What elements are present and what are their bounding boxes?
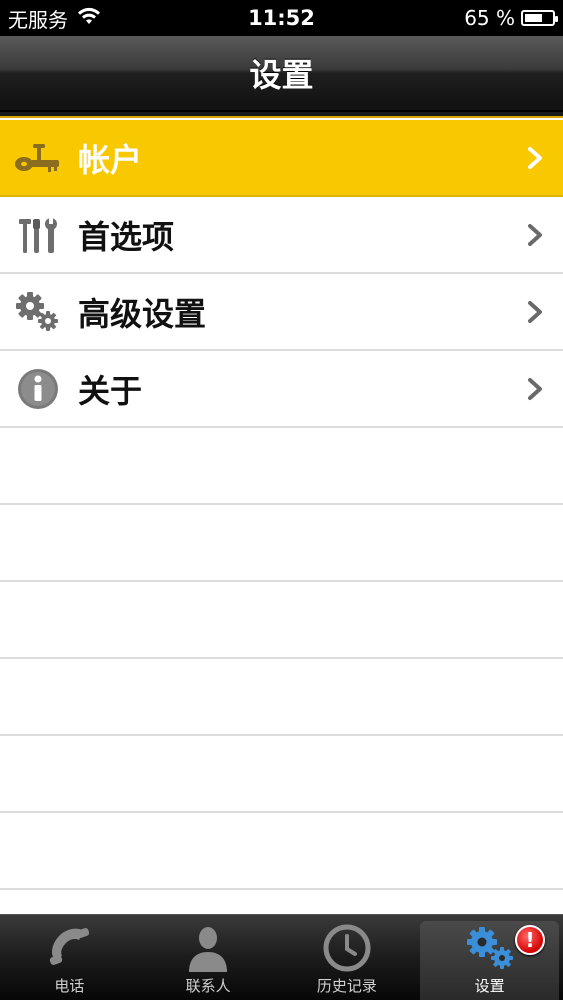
- empty-row: [0, 736, 563, 813]
- empty-row: [0, 428, 563, 505]
- empty-row: [0, 659, 563, 736]
- settings-item-label: 帐户: [78, 140, 143, 179]
- nav-accent-divider: [0, 112, 563, 118]
- battery-icon: [521, 10, 558, 26]
- settings-item-label: 高级设置: [78, 294, 207, 333]
- empty-row: [0, 813, 563, 890]
- chevron-right-icon: [525, 146, 545, 170]
- tab-bar: 电话 联系人 历史记录 设置 !: [0, 914, 563, 1000]
- contact-icon: [181, 923, 235, 973]
- tab-contacts[interactable]: 联系人: [139, 915, 278, 1000]
- gears-icon: [14, 288, 62, 336]
- phone-icon: [42, 923, 96, 973]
- settings-gears-icon: [463, 923, 517, 973]
- settings-item-about[interactable]: 关于: [0, 351, 563, 428]
- status-left: 无服务: [8, 4, 102, 33]
- chevron-right-icon: [525, 300, 545, 324]
- tab-label: 联系人: [185, 977, 231, 995]
- page-title: 设置: [249, 56, 314, 94]
- wifi-icon: [76, 6, 102, 31]
- empty-row: [0, 582, 563, 659]
- tab-label: 历史记录: [316, 977, 377, 995]
- battery-percent: 65 %: [464, 6, 515, 30]
- nav-bar: 设置: [0, 36, 563, 112]
- empty-row: [0, 505, 563, 582]
- settings-item-advanced[interactable]: 高级设置: [0, 274, 563, 351]
- tab-settings[interactable]: 设置 !: [420, 921, 559, 1000]
- chevron-right-icon: [525, 223, 545, 247]
- tab-phone[interactable]: 电话: [0, 915, 139, 1000]
- status-bar: 无服务 11:52 65 %: [0, 0, 563, 36]
- status-right: 65 %: [464, 6, 558, 30]
- settings-list: 帐户 首选项 高级设置 关于: [0, 120, 563, 890]
- battery-fill: [525, 14, 542, 22]
- key-icon: [14, 134, 62, 182]
- tools-icon: [14, 211, 62, 259]
- tab-history[interactable]: 历史记录: [278, 915, 417, 1000]
- tab-label: 电话: [54, 977, 85, 995]
- settings-item-account[interactable]: 帐户: [0, 120, 563, 197]
- tab-label: 设置: [474, 977, 505, 995]
- settings-item-label: 首选项: [78, 217, 175, 256]
- alert-badge: !: [515, 925, 545, 955]
- chevron-right-icon: [525, 377, 545, 401]
- clock-icon: [320, 923, 374, 973]
- info-icon: [14, 365, 62, 413]
- settings-item-label: 关于: [78, 371, 143, 410]
- carrier-label: 无服务: [8, 7, 68, 32]
- settings-item-preferences[interactable]: 首选项: [0, 197, 563, 274]
